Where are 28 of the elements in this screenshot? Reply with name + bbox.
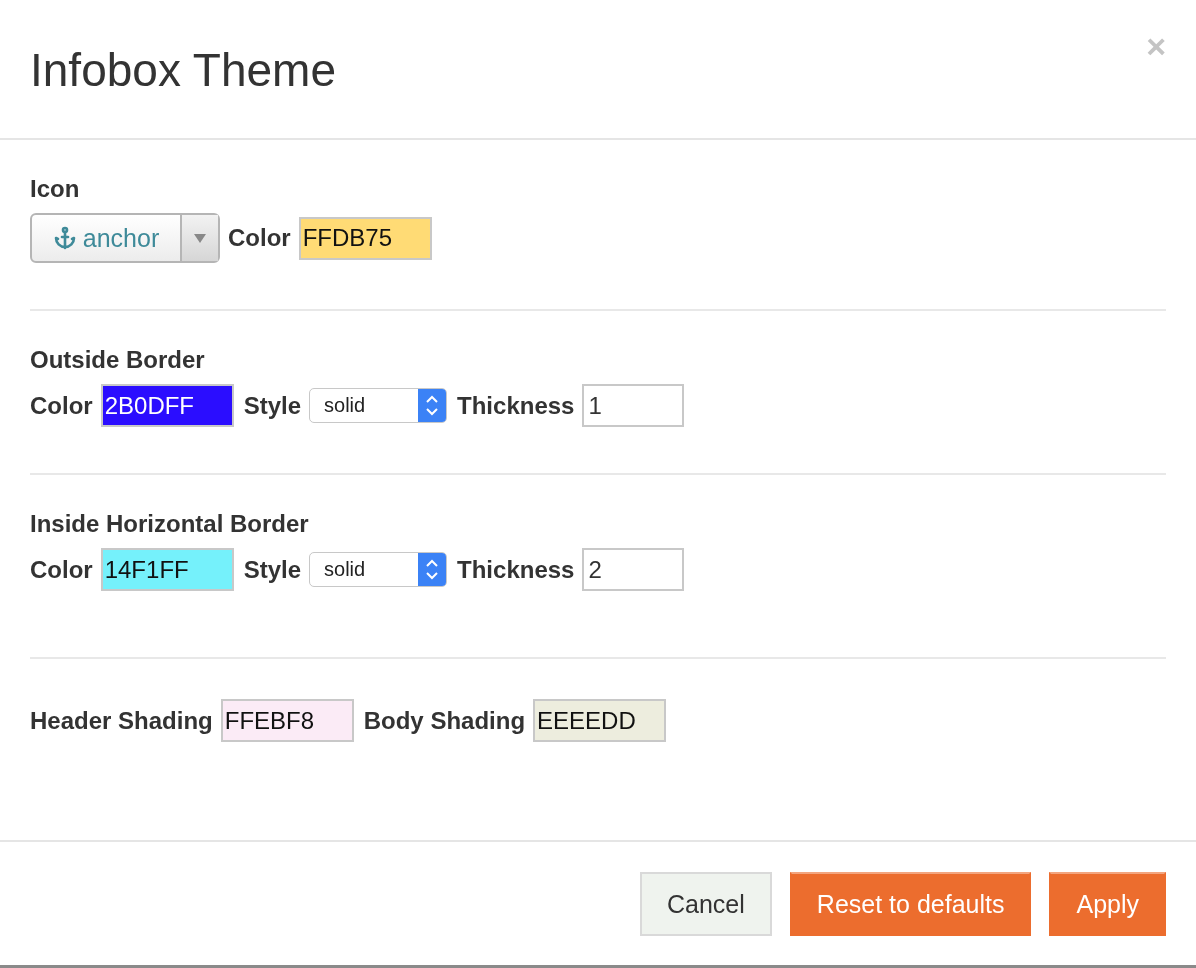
color-field[interactable]: EEEEDD <box>533 699 667 742</box>
field-label: Thickness <box>457 391 575 420</box>
field-label: Color <box>228 224 291 252</box>
style-dropdown[interactable]: solid <box>309 552 448 587</box>
field-label: Thickness <box>457 555 575 584</box>
anchor-icon <box>52 226 77 250</box>
field-label: Header Shading <box>30 706 213 735</box>
field-label: Style <box>243 391 302 420</box>
up-down-arrows-icon <box>418 553 447 586</box>
section-heading: Icon <box>30 174 81 204</box>
up-down-arrows-icon <box>418 389 447 422</box>
style-dropdown[interactable]: solid <box>309 388 448 423</box>
section-heading: Outside Border <box>30 345 206 375</box>
field-label: Color <box>30 555 93 584</box>
field-label: Color <box>30 391 93 420</box>
color-field[interactable]: 14F1FF <box>100 548 234 591</box>
color-field[interactable]: 2B0DFF <box>100 384 234 427</box>
dialog-title: Infobox Theme <box>30 43 336 98</box>
section-heading: Inside Horizontal Border <box>30 509 310 539</box>
thickness-field[interactable]: 1 <box>582 384 685 427</box>
cancel-button[interactable]: Cancel <box>640 872 772 936</box>
icon-dropdown[interactable]: anchor <box>30 213 220 263</box>
field-label: Style <box>243 555 302 584</box>
color-field[interactable]: FFDB75 <box>298 216 432 260</box>
color-field[interactable]: FFEBF8 <box>220 699 354 742</box>
caret-icon <box>194 233 206 243</box>
field-label: Body Shading <box>363 706 526 735</box>
thickness-field[interactable]: 2 <box>582 548 685 591</box>
